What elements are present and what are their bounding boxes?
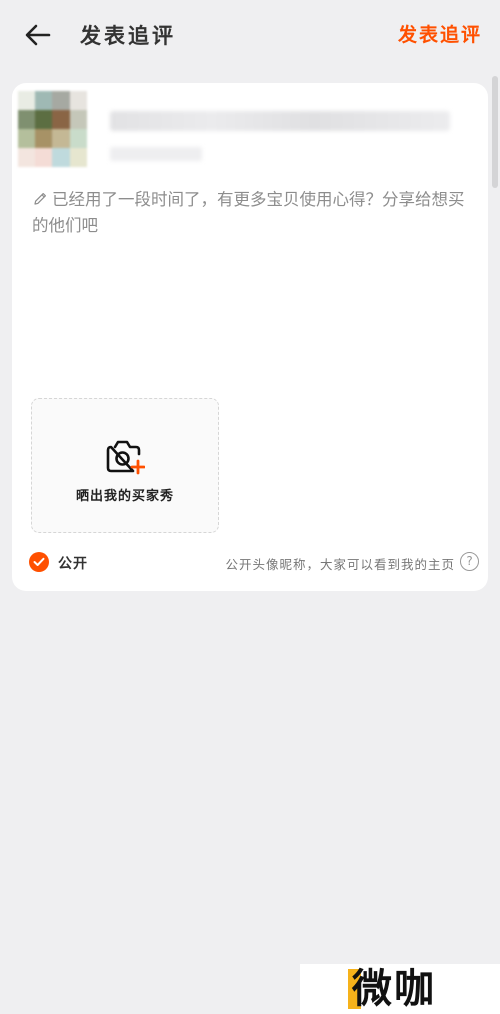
arrow-left-icon bbox=[25, 24, 51, 46]
product-title-redacted bbox=[110, 111, 450, 131]
pencil-icon bbox=[34, 193, 46, 205]
review-card: 已经用了一段时间了，有更多宝贝使用心得？分享给想买的他们吧 晒出我的买家秀 公开… bbox=[12, 83, 488, 591]
check-icon bbox=[33, 557, 45, 566]
camera-plus-icon bbox=[106, 440, 145, 475]
scrollbar[interactable] bbox=[492, 76, 498, 188]
watermark-text: 微咖 bbox=[352, 966, 436, 1012]
back-button[interactable] bbox=[22, 20, 54, 50]
page-title: 发表追评 bbox=[80, 23, 176, 48]
product-sku-redacted bbox=[110, 147, 202, 161]
public-hint-text: 公开头像昵称，大家可以看到我的主页 bbox=[225, 557, 455, 572]
add-photo-button[interactable]: 晒出我的买家秀 bbox=[31, 398, 219, 533]
product-image bbox=[18, 91, 104, 167]
public-checkbox[interactable] bbox=[29, 552, 49, 572]
top-bar: 发表追评 发表追评 bbox=[0, 0, 500, 70]
public-label: 公开 bbox=[58, 556, 88, 572]
visibility-row: 公开 公开头像昵称，大家可以看到我的主页 ? bbox=[29, 551, 479, 573]
watermark-logo: 微咖 bbox=[300, 964, 500, 1014]
publish-button[interactable]: 发表追评 bbox=[398, 20, 482, 47]
help-icon[interactable]: ? bbox=[460, 552, 479, 571]
comment-placeholder: 已经用了一段时间了，有更多宝贝使用心得？分享给想买的他们吧 bbox=[32, 190, 465, 235]
comment-input[interactable]: 已经用了一段时间了，有更多宝贝使用心得？分享给想买的他们吧 bbox=[32, 187, 472, 367]
add-photo-label: 晒出我的买家秀 bbox=[75, 489, 174, 504]
